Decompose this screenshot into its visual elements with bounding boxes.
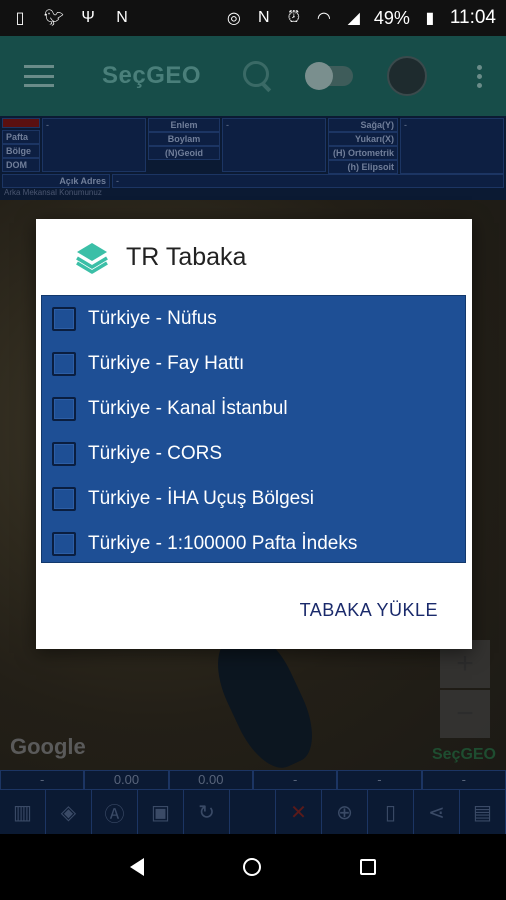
coord-cell: 0.00 — [84, 770, 169, 790]
coord-cell: - — [337, 770, 422, 790]
navigation-bar — [0, 834, 506, 900]
checkbox[interactable] — [52, 441, 76, 466]
label-yukari: Yukarı(X) — [328, 132, 398, 146]
twitter-icon: 🐦︎ — [43, 10, 65, 27]
dialog-title: TR Tabaka — [126, 242, 247, 271]
coordinates-row: - 0.00 0.00 - - - — [0, 770, 506, 790]
alarm-icon: ⏰︎ — [287, 9, 301, 26]
more-options-icon[interactable] — [477, 64, 482, 88]
close-icon[interactable]: ✕ — [276, 790, 322, 834]
value-col3: - — [400, 118, 504, 174]
zoom-out-button[interactable]: − — [440, 690, 490, 738]
back-icon[interactable] — [129, 858, 144, 876]
add-icon[interactable]: ⊕ — [322, 790, 368, 834]
coord-cell: - — [421, 770, 506, 790]
label-saga: Sağa(Y) — [328, 118, 398, 132]
layer-list: Türkiye - Nüfus Türkiye - Fay Hattı Türk… — [41, 295, 466, 563]
label-boylam: Boylam — [148, 132, 220, 146]
layers-icon[interactable]: ◈ — [46, 790, 92, 834]
nfc-icon: N — [258, 9, 270, 26]
checkbox[interactable] — [52, 396, 76, 421]
load-layer-button[interactable]: TABAKA YÜKLE — [300, 600, 438, 621]
coord-cell: 0.00 — [168, 770, 253, 790]
checkbox[interactable] — [52, 486, 76, 511]
phone-icon[interactable]: ▯ — [368, 790, 414, 834]
value-col1: - — [42, 118, 146, 172]
refresh-icon[interactable]: ↻ — [184, 790, 230, 834]
flag-cell — [2, 118, 40, 128]
checkbox[interactable] — [52, 531, 76, 556]
coord-cell: - — [0, 770, 85, 790]
label-pafta: Pafta — [2, 130, 40, 144]
layer-label: Türkiye - İHA Uçuş Bölgesi — [88, 487, 314, 509]
status-bar: ▯ 🐦︎ Ψ N ◎ N ⏰︎ ◠ ◢ 49% ▮ 11:04 — [0, 0, 506, 36]
bottom-toolbar: ▥ ◈ Ⓐ ▣ ↻ ✕ ⊕ ▯ ⋖ ▤ — [0, 790, 506, 834]
battery-icon: ▮ — [425, 10, 435, 27]
checkbox[interactable] — [52, 306, 76, 331]
recents-icon[interactable] — [360, 859, 377, 875]
signal-icon: ◢ — [347, 10, 360, 27]
toggle-switch[interactable] — [305, 62, 354, 90]
info-table: Pafta Bölge DOM - Enlem Boylam (N)Geoid … — [0, 116, 506, 200]
dialog-header: TR Tabaka — [36, 219, 472, 295]
text-select-icon[interactable]: Ⓐ — [92, 790, 138, 834]
location-icon: ◎ — [226, 10, 241, 27]
battery-level: 49% — [373, 7, 410, 28]
coord-cell: - — [252, 770, 338, 790]
clock: 11:04 — [449, 7, 496, 28]
google-logo: Google — [10, 734, 86, 759]
label-geoid: (N)Geoid — [148, 146, 220, 160]
wifi-icon: ◠ — [316, 10, 331, 27]
value-col2: - — [222, 118, 326, 172]
trash-icon[interactable]: ▤ — [460, 790, 506, 834]
n-app-icon: N — [116, 9, 128, 26]
label-bolge: Bölge — [2, 144, 40, 158]
usb-icon: Ψ — [81, 9, 95, 26]
list-item[interactable]: Türkiye - Nüfus — [42, 296, 465, 341]
home-icon[interactable] — [242, 858, 261, 876]
layer-label: Türkiye - 1:100000 Pafta İndeks — [88, 532, 358, 554]
subtext: Arka Mekansal Konumunuz — [4, 188, 102, 197]
value-address: - — [112, 174, 504, 188]
label-address: Açık Adres — [2, 174, 110, 188]
satellite-avatar[interactable] — [387, 56, 428, 96]
blank-tool[interactable] — [230, 790, 276, 834]
label-elipsoit: (h) Elipsoit — [328, 160, 398, 174]
list-item[interactable]: Türkiye - İHA Uçuş Bölgesi — [42, 476, 465, 521]
map-icon[interactable]: ▥ — [0, 790, 46, 834]
app-title: SeçGEO — [102, 62, 202, 89]
menu-icon[interactable] — [24, 65, 54, 87]
share-icon[interactable]: ⋖ — [414, 790, 460, 834]
app-bar: SeçGEO — [0, 36, 506, 116]
layers-icon — [76, 243, 108, 274]
layer-dialog: TR Tabaka Türkiye - Nüfus Türkiye - Fay … — [36, 219, 472, 649]
layer-label: Türkiye - CORS — [88, 442, 223, 464]
label-ortometrik: (H) Ortometrik — [328, 146, 398, 160]
checkbox[interactable] — [52, 351, 76, 376]
sim-icon: ▯ — [15, 10, 25, 27]
label-dom: DOM — [2, 158, 40, 172]
image-icon[interactable]: ▣ — [138, 790, 184, 834]
layer-label: Türkiye - Nüfus — [88, 307, 217, 329]
search-icon[interactable] — [243, 61, 273, 91]
list-item[interactable]: Türkiye - Fay Hattı — [42, 341, 465, 386]
layer-label: Türkiye - Fay Hattı — [88, 352, 245, 374]
brand-watermark: SeçGEO — [431, 746, 496, 763]
label-enlem: Enlem — [148, 118, 220, 132]
layer-label: Türkiye - Kanal İstanbul — [88, 397, 288, 419]
list-item[interactable]: Türkiye - CORS — [42, 431, 465, 476]
list-item[interactable]: Türkiye - Kanal İstanbul — [42, 386, 465, 431]
list-item[interactable]: Türkiye - 1:100000 Pafta İndeks — [42, 521, 465, 566]
